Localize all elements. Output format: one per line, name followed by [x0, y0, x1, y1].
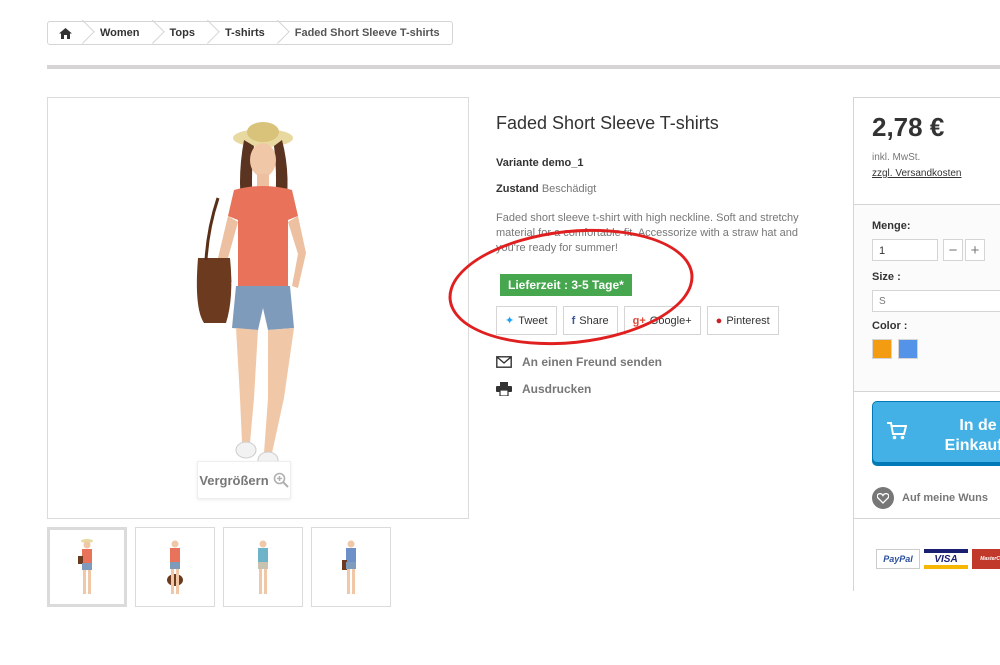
- product-variant: Variante demo_1: [496, 157, 584, 169]
- zoom-button[interactable]: Vergrößern: [197, 461, 291, 499]
- send-to-friend-link[interactable]: An einen Freund senden: [496, 348, 662, 375]
- add-to-cart-line2: Einkaufs: [944, 437, 1000, 454]
- thumbnail-list: [47, 527, 391, 607]
- color-swatch-blue[interactable]: [898, 339, 918, 359]
- product-title: Faded Short Sleeve T-shirts: [496, 113, 719, 133]
- pinterest-button[interactable]: ● Pinterest: [706, 306, 779, 335]
- condition-value: Beschädigt: [541, 183, 597, 195]
- visa-logo: VISA: [924, 549, 968, 569]
- size-select[interactable]: S: [872, 290, 1000, 312]
- quantity-plus-button[interactable]: +: [965, 239, 985, 261]
- wishlist-link[interactable]: Auf meine Wuns: [872, 487, 988, 509]
- print-link[interactable]: Ausdrucken: [496, 375, 662, 402]
- buy-box: 2,78 € inkl. MwSt. zzgl. Versandkosten M…: [853, 97, 1000, 591]
- quantity-minus-button[interactable]: −: [943, 239, 963, 261]
- pinterest-label: Pinterest: [726, 314, 770, 327]
- print-label: Ausdrucken: [522, 381, 592, 396]
- header-divider: [47, 65, 1000, 69]
- printer-icon: [496, 381, 512, 396]
- shipping-link[interactable]: zzgl. Versandkosten: [872, 168, 962, 179]
- product-condition: Zustand Beschädigt: [496, 183, 596, 195]
- add-to-cart-label: In de Einkaufs: [923, 416, 1000, 456]
- cart-icon: [887, 422, 907, 440]
- zoom-label: Vergrößern: [199, 472, 269, 488]
- breadcrumb: Women Tops T-shirts Faded Short Sleeve T…: [47, 21, 453, 45]
- add-to-cart-line1: In de: [959, 417, 997, 434]
- paypal-logo: PayPal: [876, 549, 920, 569]
- product-main-image[interactable]: Vergrößern: [47, 97, 469, 519]
- condition-label: Zustand: [496, 183, 539, 195]
- pinterest-icon: ●: [715, 314, 723, 327]
- zoom-in-icon: [273, 472, 289, 488]
- quantity-label: Menge:: [872, 220, 911, 232]
- model-figure: [196, 122, 306, 469]
- product-price: 2,78 €: [872, 112, 945, 142]
- thumbnail-4[interactable]: [311, 527, 391, 607]
- heart-icon: [872, 487, 894, 509]
- tax-note: inkl. MwSt.: [872, 152, 921, 163]
- add-to-cart-button[interactable]: In de Einkaufs: [872, 401, 1000, 466]
- thumbnail-1[interactable]: [47, 527, 127, 607]
- send-to-friend-label: An einen Freund senden: [522, 354, 663, 369]
- payment-methods: PayPal VISA MasterCard: [854, 518, 1000, 591]
- breadcrumb-current: Faded Short Sleeve T-shirts: [277, 22, 452, 44]
- product-links: An einen Freund senden Ausdrucken: [496, 348, 662, 402]
- size-label: Size :: [872, 271, 901, 283]
- thumbnail-2[interactable]: [135, 527, 215, 607]
- mastercard-logo: MasterCard: [972, 549, 1000, 569]
- thumbnail-3[interactable]: [223, 527, 303, 607]
- wishlist-label: Auf meine Wuns: [902, 492, 988, 504]
- color-swatch-orange[interactable]: [872, 339, 892, 359]
- color-label: Color :: [872, 320, 908, 332]
- quantity-input[interactable]: 1: [872, 239, 938, 261]
- envelope-icon: [496, 355, 512, 368]
